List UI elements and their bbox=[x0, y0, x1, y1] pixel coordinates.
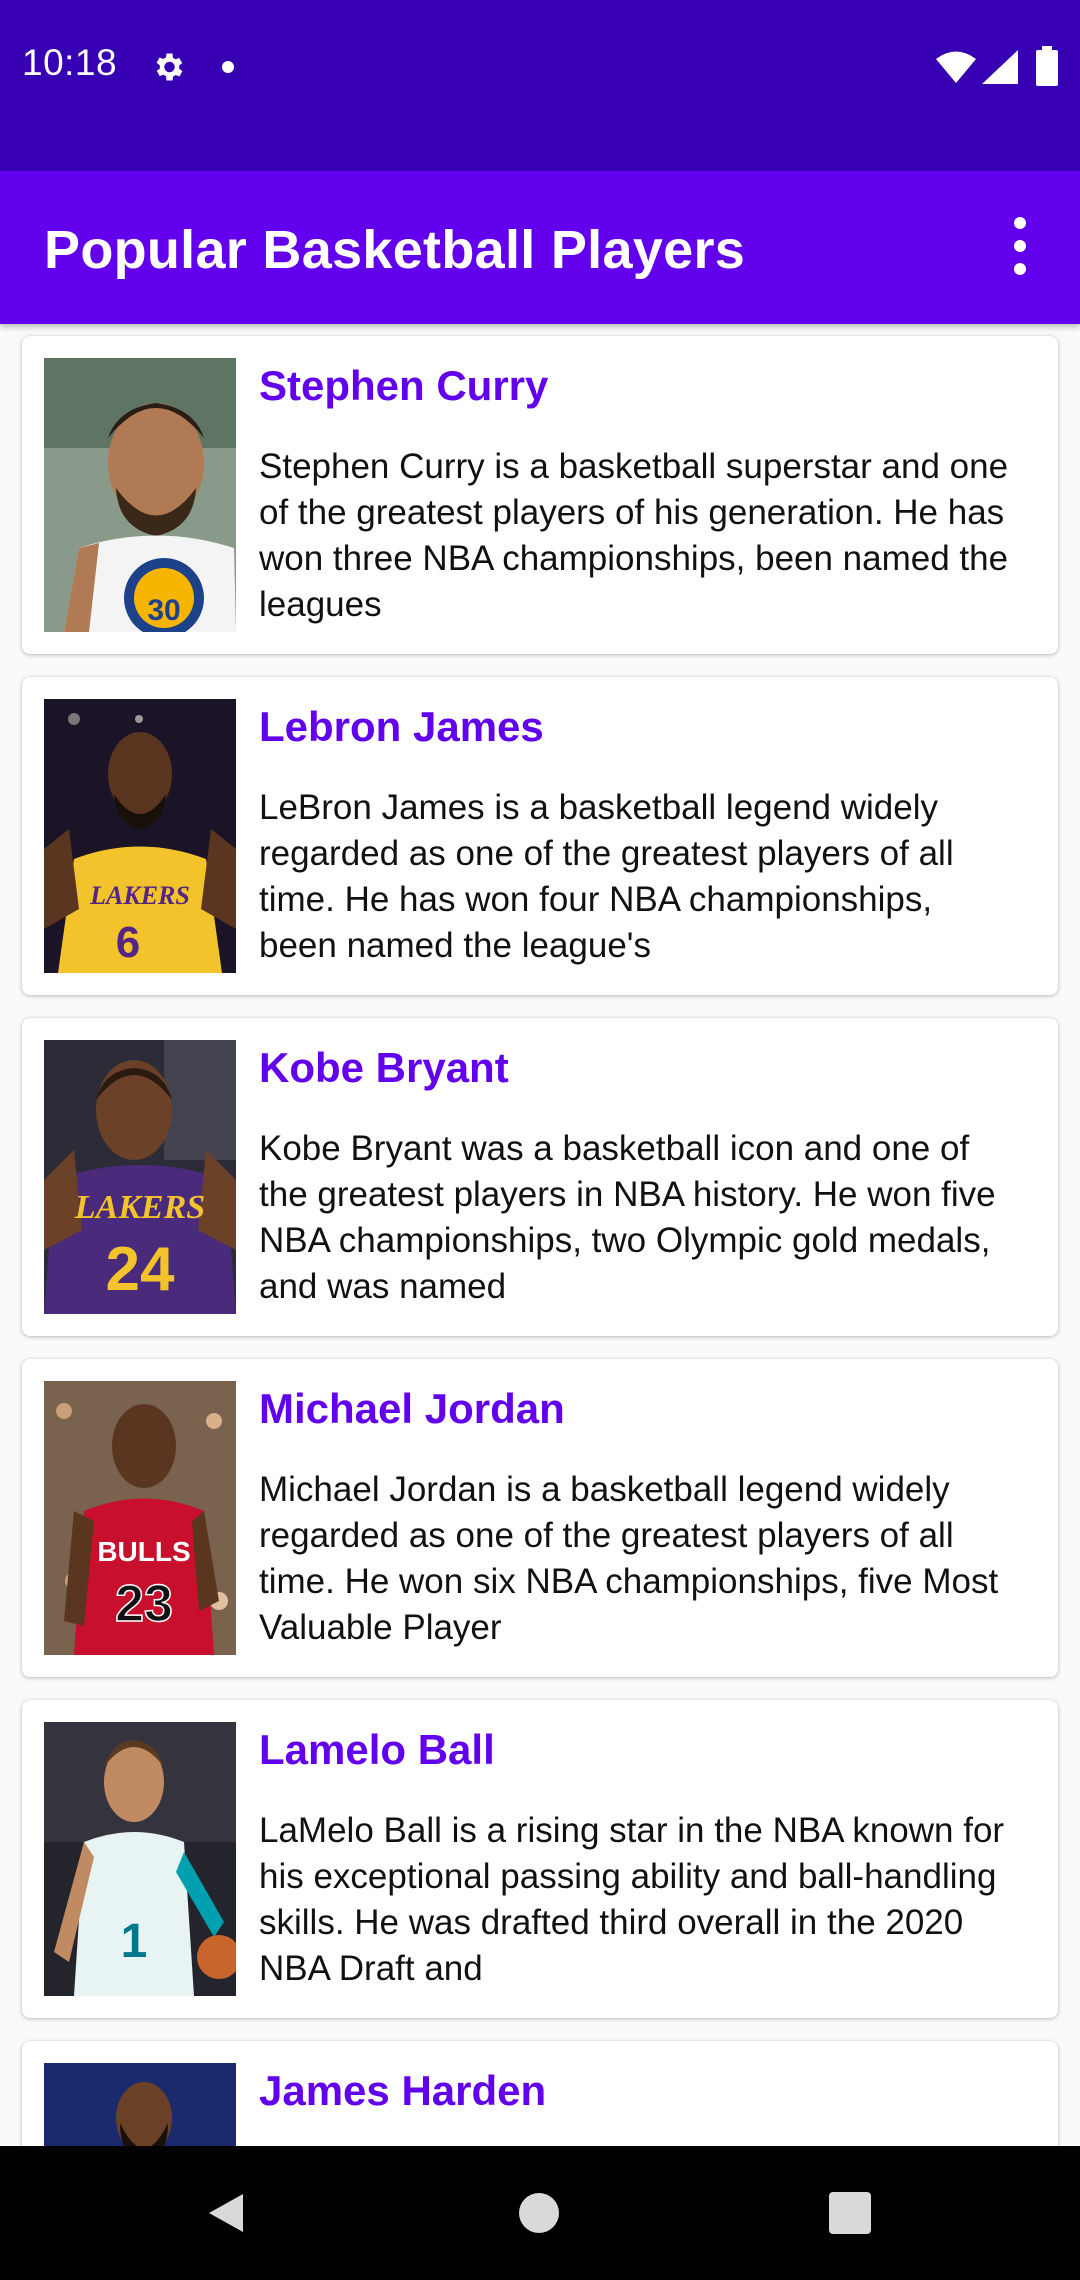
status-bar: 10:18 bbox=[0, 0, 1080, 171]
player-description: LaMelo Ball is a rising star in the NBA … bbox=[259, 1811, 1005, 1988]
player-card[interactable]: 1 Lamelo Ball LaMelo Ball is a rising st… bbox=[22, 1700, 1058, 2018]
player-name: Kobe Bryant bbox=[259, 1044, 509, 1091]
jersey-team: LAKERS bbox=[74, 1189, 205, 1226]
battery-icon bbox=[1036, 46, 1058, 86]
player-name: Michael Jordan bbox=[259, 1385, 565, 1432]
player-name: James Harden bbox=[259, 2067, 547, 2114]
page-title: Popular Basketball Players bbox=[44, 220, 746, 280]
jersey-team: BULLS bbox=[97, 1536, 190, 1567]
player-photo-kobe: LAKERS 24 bbox=[44, 1040, 236, 1314]
player-description: LeBron James is a basketball legend wide… bbox=[259, 788, 954, 965]
home-icon[interactable] bbox=[519, 2193, 559, 2233]
player-name: Lebron James bbox=[259, 703, 544, 750]
jersey-team: LAKERS bbox=[89, 881, 190, 910]
jersey-number: 24 bbox=[106, 1235, 175, 1304]
player-description: Kobe Bryant was a basketball icon and on… bbox=[259, 1129, 996, 1306]
more-vert-icon[interactable] bbox=[1000, 211, 1040, 281]
player-description: Stephen Curry is a basketball superstar … bbox=[259, 447, 1009, 624]
player-photo-lebron: LAKERS 6 bbox=[44, 699, 236, 973]
player-card[interactable]: LAKERS 6 Lebron James LeBron James is a … bbox=[22, 677, 1058, 995]
player-list[interactable]: 30 Stephen Curry Stephen Curry is a bask… bbox=[0, 324, 1080, 2146]
jersey-number: 30 bbox=[147, 594, 180, 627]
jersey-number: 6 bbox=[116, 918, 140, 967]
wifi-icon bbox=[936, 51, 976, 83]
signal-icon bbox=[982, 50, 1018, 84]
back-icon[interactable] bbox=[203, 2190, 249, 2236]
status-time: 10:18 bbox=[22, 42, 118, 83]
player-photo-lamelo: 1 bbox=[44, 1722, 236, 1996]
notification-dot-icon bbox=[222, 61, 234, 73]
player-photo-jordan: BULLS 23 bbox=[44, 1381, 236, 1655]
player-card[interactable]: James Harden bbox=[22, 2041, 1058, 2146]
app-bar: Popular Basketball Players bbox=[0, 171, 1080, 324]
player-photo-harden bbox=[44, 2063, 236, 2146]
jersey-number: 23 bbox=[115, 1575, 173, 1633]
player-name: Stephen Curry bbox=[259, 362, 549, 409]
player-photo-curry: 30 bbox=[44, 358, 236, 632]
player-name: Lamelo Ball bbox=[259, 1726, 495, 1773]
recents-icon[interactable] bbox=[829, 2192, 871, 2234]
player-card[interactable]: 30 Stephen Curry Stephen Curry is a bask… bbox=[22, 336, 1058, 654]
player-card[interactable]: BULLS 23 Michael Jordan Michael Jordan i… bbox=[22, 1359, 1058, 1677]
gear-icon bbox=[156, 53, 183, 81]
player-description: Michael Jordan is a basketball legend wi… bbox=[259, 1470, 999, 1647]
jersey-number: 1 bbox=[121, 1915, 148, 1968]
player-card[interactable]: LAKERS 24 Kobe Bryant Kobe Bryant was a … bbox=[22, 1018, 1058, 1336]
navigation-bar bbox=[0, 2146, 1080, 2280]
